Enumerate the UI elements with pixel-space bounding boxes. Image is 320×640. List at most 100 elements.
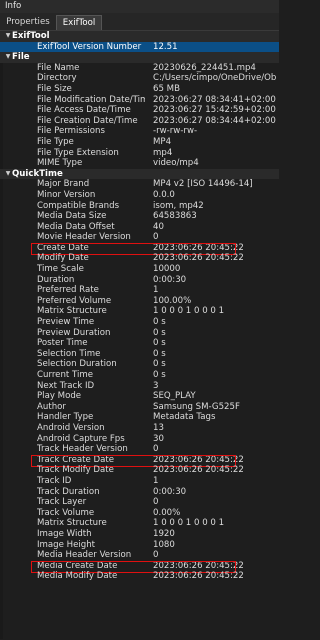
property-name: Track Create Date [37,454,115,465]
property-row[interactable]: Compatible Brands isom, mp42 [0,201,279,212]
property-row[interactable]: MIME Type video/mp4 [0,158,279,169]
chevron-down-icon[interactable]: ▼ [4,31,12,42]
property-row[interactable]: Track Duration 0:00:30 [0,487,279,498]
property-row[interactable]: Matrix Structure 1 0 0 0 1 0 0 0 1 [0,518,279,529]
property-row[interactable]: Media Data Size 64583863 [0,211,279,222]
section-header[interactable]: ▼ ExifTool [0,31,279,42]
property-row[interactable]: Time Scale 10000 [0,264,279,275]
property-row[interactable]: Android Capture Fps 30 [0,434,279,445]
property-name: Major Brand [37,179,90,190]
property-row[interactable]: Android Version 13 [0,423,279,434]
property-name: Track Header Version [37,444,128,455]
property-row[interactable]: Media Create Date 2023:06:26 20:45:22 [0,561,279,572]
property-row[interactable]: Duration 0:00:30 [0,275,279,286]
property-name: Time Scale [37,264,84,275]
property-row[interactable]: Major Brand MP4 v2 [ISO 14496-14] [0,179,279,190]
property-row[interactable]: File Access Date/Time 2023:06:27 15:42:59… [0,105,279,116]
chevron-down-icon[interactable]: ▼ [4,52,12,63]
property-value: 1 [153,285,159,296]
property-row[interactable]: Preferred Rate 1 [0,285,279,296]
property-row[interactable]: Author Samsung SM-G525F [0,402,279,413]
chevron-down-icon[interactable]: ▼ [4,169,12,180]
property-row[interactable]: Media Modify Date 2023:06:26 20:45:22 [0,571,279,582]
metadata-list[interactable]: ▼ ExifTool ExifTool Version Number 12.51 ▼ Fi… [0,31,279,639]
property-name: Preferred Rate [37,285,99,296]
property-row[interactable]: Image Height 1080 [0,540,279,551]
property-name: Movie Header Version [37,232,131,243]
property-row[interactable]: Preview Time 0 s [0,317,279,328]
property-row[interactable]: File Modification Date/Time 2023:06:27 08… [0,95,279,106]
property-row[interactable]: Current Time 0 s [0,370,279,381]
property-value: 1080 [153,539,175,550]
property-value: 2023:06:26 20:45:22 [153,465,244,476]
property-row[interactable]: ExifTool Version Number 12.51 [0,41,279,53]
property-row[interactable]: Next Track ID 3 [0,381,279,392]
property-row[interactable]: Directory C:/Users/cimpo/OneDrive/Obrázky [0,73,279,84]
tab-properties[interactable]: Properties [2,15,54,30]
property-row[interactable]: Create Date 2023:06:26 20:45:22 [0,243,279,254]
property-name: File Name [37,62,80,73]
property-name: Author [37,401,66,412]
property-row[interactable]: Modify Date 2023:06:26 20:45:22 [0,253,279,264]
property-name: Modify Date [37,253,89,264]
property-value: 0.0.0 [153,189,175,200]
property-name: File Modification Date/Time [37,94,145,105]
property-row[interactable]: Track Layer 0 [0,497,279,508]
property-row[interactable]: Track ID 1 [0,476,279,487]
property-row[interactable]: Preview Duration 0 s [0,328,279,339]
property-value: Samsung SM-G525F [153,401,240,412]
property-name: Handler Type [37,412,94,423]
property-row[interactable]: Play Mode SEQ_PLAY [0,391,279,402]
property-row[interactable]: Matrix Structure 1 0 0 0 1 0 0 0 1 [0,306,279,317]
property-row[interactable]: Track Volume 0.00% [0,508,279,519]
property-value: 0 s [153,327,166,338]
property-row[interactable]: Image Width 1920 [0,529,279,540]
property-row[interactable]: File Size 65 MB [0,84,279,95]
property-row[interactable]: Poster Time 0 s [0,338,279,349]
property-value: 0 [153,497,159,508]
property-value: 2023:06:26 20:45:22 [153,571,244,582]
property-row[interactable]: Movie Header Version 0 [0,232,279,243]
property-value: 0 s [153,359,166,370]
property-row[interactable]: File Type MP4 [0,137,279,148]
property-name: Compatible Brands [37,200,120,211]
property-name: Current Time [37,370,94,380]
property-row[interactable]: Track Header Version 0 [0,444,279,455]
property-value: 0 s [153,338,166,349]
section-label: File [12,52,30,63]
property-value: 2023:06:26 20:45:22 [153,560,244,571]
property-value: 30 [153,433,164,444]
property-row[interactable]: Track Create Date 2023:06:26 20:45:22 [0,455,279,466]
property-row[interactable]: File Creation Date/Time 2023:06:27 08:34:… [0,116,279,127]
property-value: mp4 [153,147,173,158]
section-header[interactable]: ▼ File [0,52,279,63]
property-row[interactable]: Selection Duration 0 s [0,359,279,370]
property-value: 10000 [153,264,181,275]
property-row[interactable]: File Name 20230626_224451.mp4 [0,63,279,74]
property-name: Media Modify Date [37,571,118,582]
tab-bar: Properties ExifTool [0,13,279,31]
property-name: Duration [37,274,75,285]
property-row[interactable]: Minor Version 0.0.0 [0,190,279,201]
property-row[interactable]: Track Modify Date 2023:06:26 20:45:22 [0,465,279,476]
property-name: File Size [37,83,72,94]
property-value: MP4 [153,136,172,147]
property-name: Next Track ID [37,380,95,391]
property-row[interactable]: Preferred Volume 100.00% [0,296,279,307]
property-row[interactable]: File Type Extension mp4 [0,148,279,159]
property-row[interactable]: Handler Type Metadata Tags [0,412,279,423]
property-row[interactable]: Media Header Version 0 [0,550,279,561]
section-header[interactable]: ▼ QuickTime [0,168,279,180]
property-row[interactable]: File Permissions -rw-rw-rw- [0,126,279,137]
property-row[interactable]: Media Data Offset 40 [0,222,279,233]
property-name: File Permissions [37,126,105,137]
property-value: 2023:06:27 08:34:44+02:00 [153,115,276,126]
property-value: 0 [153,232,159,243]
property-name: Track Modify Date [37,465,114,476]
property-value: video/mp4 [153,158,199,169]
property-name: Preview Time [37,317,95,328]
property-name: Track Volume [37,507,95,518]
property-value: 0 [153,550,159,561]
tab-exiftool[interactable]: ExifTool [56,15,102,30]
property-row[interactable]: Selection Time 0 s [0,349,279,360]
